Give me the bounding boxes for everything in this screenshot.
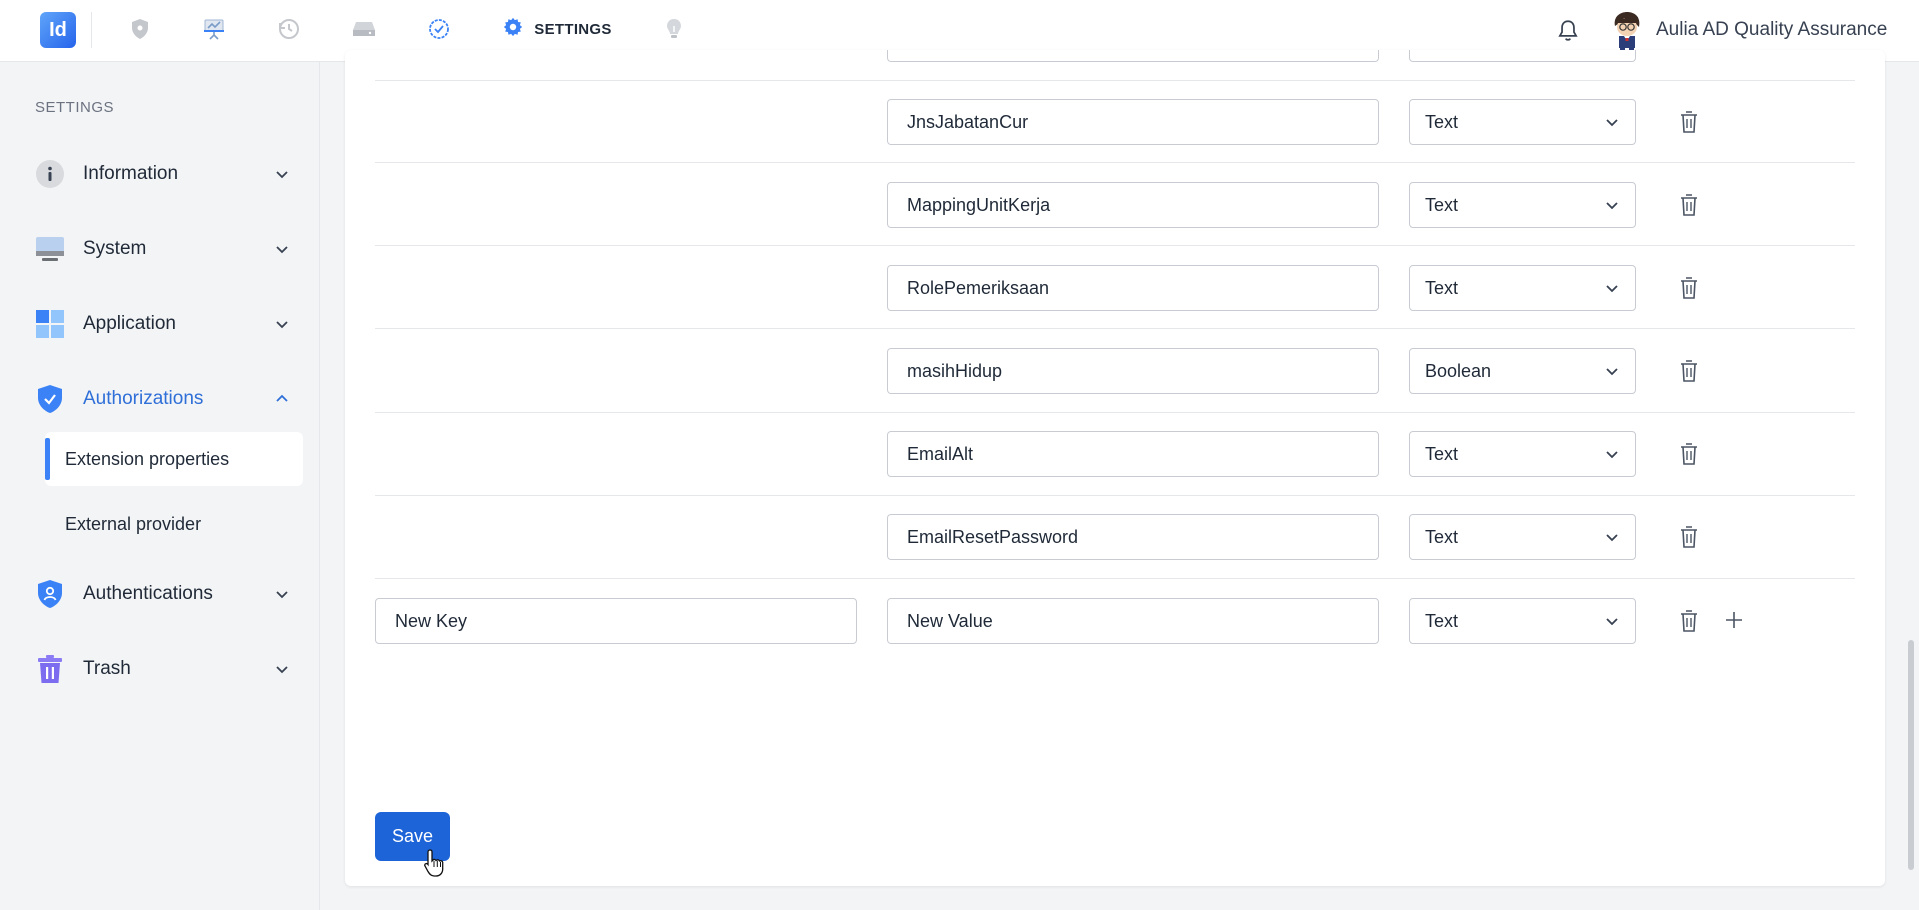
sidebar-item-label: Application	[83, 313, 176, 334]
check-circle-icon[interactable]	[426, 16, 452, 42]
hand-cursor-icon	[423, 848, 447, 880]
lightbulb-icon[interactable]	[661, 16, 687, 42]
monitor-icon	[35, 234, 65, 264]
app-logo[interactable]: Id	[40, 12, 76, 48]
drive-icon[interactable]	[351, 16, 377, 42]
chevron-down-icon	[274, 241, 290, 257]
sidebar-subitem-external-provider[interactable]: External provider	[45, 497, 303, 551]
row-divider	[375, 328, 1855, 329]
sidebar-item-application[interactable]: Application	[35, 304, 295, 344]
top-divider	[91, 12, 92, 48]
chevron-down-icon	[1604, 446, 1620, 462]
property-value-field[interactable]: masihHidup	[887, 348, 1379, 394]
property-value-text: masihHidup	[907, 360, 1003, 381]
shield-check-icon	[35, 384, 65, 414]
property-value-field[interactable]: EmailResetPassword	[887, 514, 1379, 560]
chevron-down-icon	[274, 166, 290, 182]
new-type-value: Text	[1425, 610, 1459, 631]
grid-icon	[35, 309, 65, 339]
notification-bell-icon[interactable]	[1555, 18, 1581, 44]
sidebar: SETTINGS Information System Application …	[0, 62, 320, 910]
presentation-icon[interactable]	[201, 16, 227, 42]
delete-row-trash-icon[interactable]	[1677, 524, 1701, 550]
sidebar-item-trash[interactable]: Trash	[35, 649, 295, 689]
delete-new-row-trash-icon[interactable]	[1677, 608, 1701, 634]
property-value-text: RolePemeriksaan	[907, 277, 1050, 298]
property-type-value: Text	[1425, 526, 1459, 547]
property-value-field[interactable]: EmailAlt	[887, 431, 1379, 477]
property-type-select[interactable]: Text	[1409, 265, 1636, 311]
scrollbar[interactable]	[1908, 640, 1914, 870]
row-divider	[375, 578, 1855, 579]
chevron-up-icon	[274, 391, 290, 407]
chevron-down-icon	[274, 316, 290, 332]
sidebar-item-label: Information	[83, 163, 179, 184]
chevron-down-icon	[1604, 197, 1620, 213]
history-icon[interactable]	[276, 16, 302, 42]
sidebar-subitem-label: External provider	[65, 513, 202, 534]
new-value-input[interactable]	[887, 598, 1379, 644]
avatar[interactable]	[1608, 10, 1646, 52]
new-key-input[interactable]	[375, 598, 857, 644]
property-type-value: Boolean	[1425, 360, 1492, 381]
delete-row-trash-icon[interactable]	[1677, 275, 1701, 301]
chevron-down-icon	[1604, 529, 1620, 545]
sidebar-heading: SETTINGS	[35, 99, 115, 116]
trash-icon	[35, 654, 65, 684]
chevron-down-icon	[1604, 613, 1620, 629]
row-divider	[375, 412, 1855, 413]
property-value-field[interactable]: JnsJabatanCur	[887, 99, 1379, 145]
row-divider	[375, 495, 1855, 496]
delete-row-trash-icon[interactable]	[1677, 441, 1701, 467]
property-type-value: Text	[1425, 443, 1459, 464]
sidebar-item-label: Authorizations	[83, 388, 204, 409]
property-value-field[interactable]: RolePemeriksaan	[887, 265, 1379, 311]
property-type-select[interactable]: Text	[1409, 99, 1636, 145]
delete-row-trash-icon[interactable]	[1677, 109, 1701, 135]
delete-row-trash-icon[interactable]	[1677, 192, 1701, 218]
property-value-text: EmailResetPassword	[907, 526, 1079, 547]
chevron-down-icon	[274, 586, 290, 602]
previous-value-field[interactable]	[887, 50, 1379, 62]
property-type-value: Text	[1425, 194, 1459, 215]
app-logo-text: Id	[49, 18, 67, 41]
sidebar-item-label: System	[83, 238, 147, 259]
add-row-plus-icon[interactable]	[1722, 608, 1746, 632]
shield-icon[interactable]	[127, 16, 153, 42]
sidebar-item-information[interactable]: Information	[35, 154, 295, 194]
property-value-text: MappingUnitKerja	[907, 194, 1051, 215]
property-type-select[interactable]: Boolean	[1409, 348, 1636, 394]
info-icon	[35, 159, 65, 189]
sidebar-subitem-label: Extension properties	[65, 448, 230, 469]
property-type-select[interactable]: Text	[1409, 431, 1636, 477]
settings-gear-icon	[502, 16, 524, 43]
shield-user-icon	[35, 579, 65, 609]
sidebar-item-system[interactable]: System	[35, 229, 295, 269]
row-divider	[375, 80, 1855, 81]
property-type-select[interactable]: Text	[1409, 514, 1636, 560]
row-divider	[375, 162, 1855, 163]
new-type-select[interactable]: Text	[1409, 598, 1636, 644]
sidebar-item-authentications[interactable]: Authentications	[35, 574, 295, 614]
sidebar-item-label: Authentications	[83, 583, 213, 604]
chevron-down-icon	[1604, 363, 1620, 379]
property-value-text: EmailAlt	[907, 443, 974, 464]
chevron-down-icon	[1604, 280, 1620, 296]
property-type-value: Text	[1425, 111, 1459, 132]
property-value-text: JnsJabatanCur	[907, 111, 1029, 132]
property-type-value: Text	[1425, 277, 1459, 298]
chevron-down-icon	[1604, 114, 1620, 130]
user-name[interactable]: Aulia AD Quality Assurance	[1656, 19, 1887, 41]
delete-row-trash-icon[interactable]	[1677, 358, 1701, 384]
property-value-field[interactable]: MappingUnitKerja	[887, 182, 1379, 228]
sidebar-item-label: Trash	[83, 658, 131, 679]
chevron-down-icon	[274, 661, 290, 677]
sidebar-item-authorizations[interactable]: Authorizations	[35, 379, 295, 419]
previous-type-select[interactable]	[1409, 50, 1636, 62]
property-type-select[interactable]: Text	[1409, 182, 1636, 228]
row-divider	[375, 245, 1855, 246]
tab-settings-label: SETTINGS	[534, 21, 612, 38]
sidebar-subitem-extension-properties[interactable]: Extension properties	[45, 432, 303, 486]
